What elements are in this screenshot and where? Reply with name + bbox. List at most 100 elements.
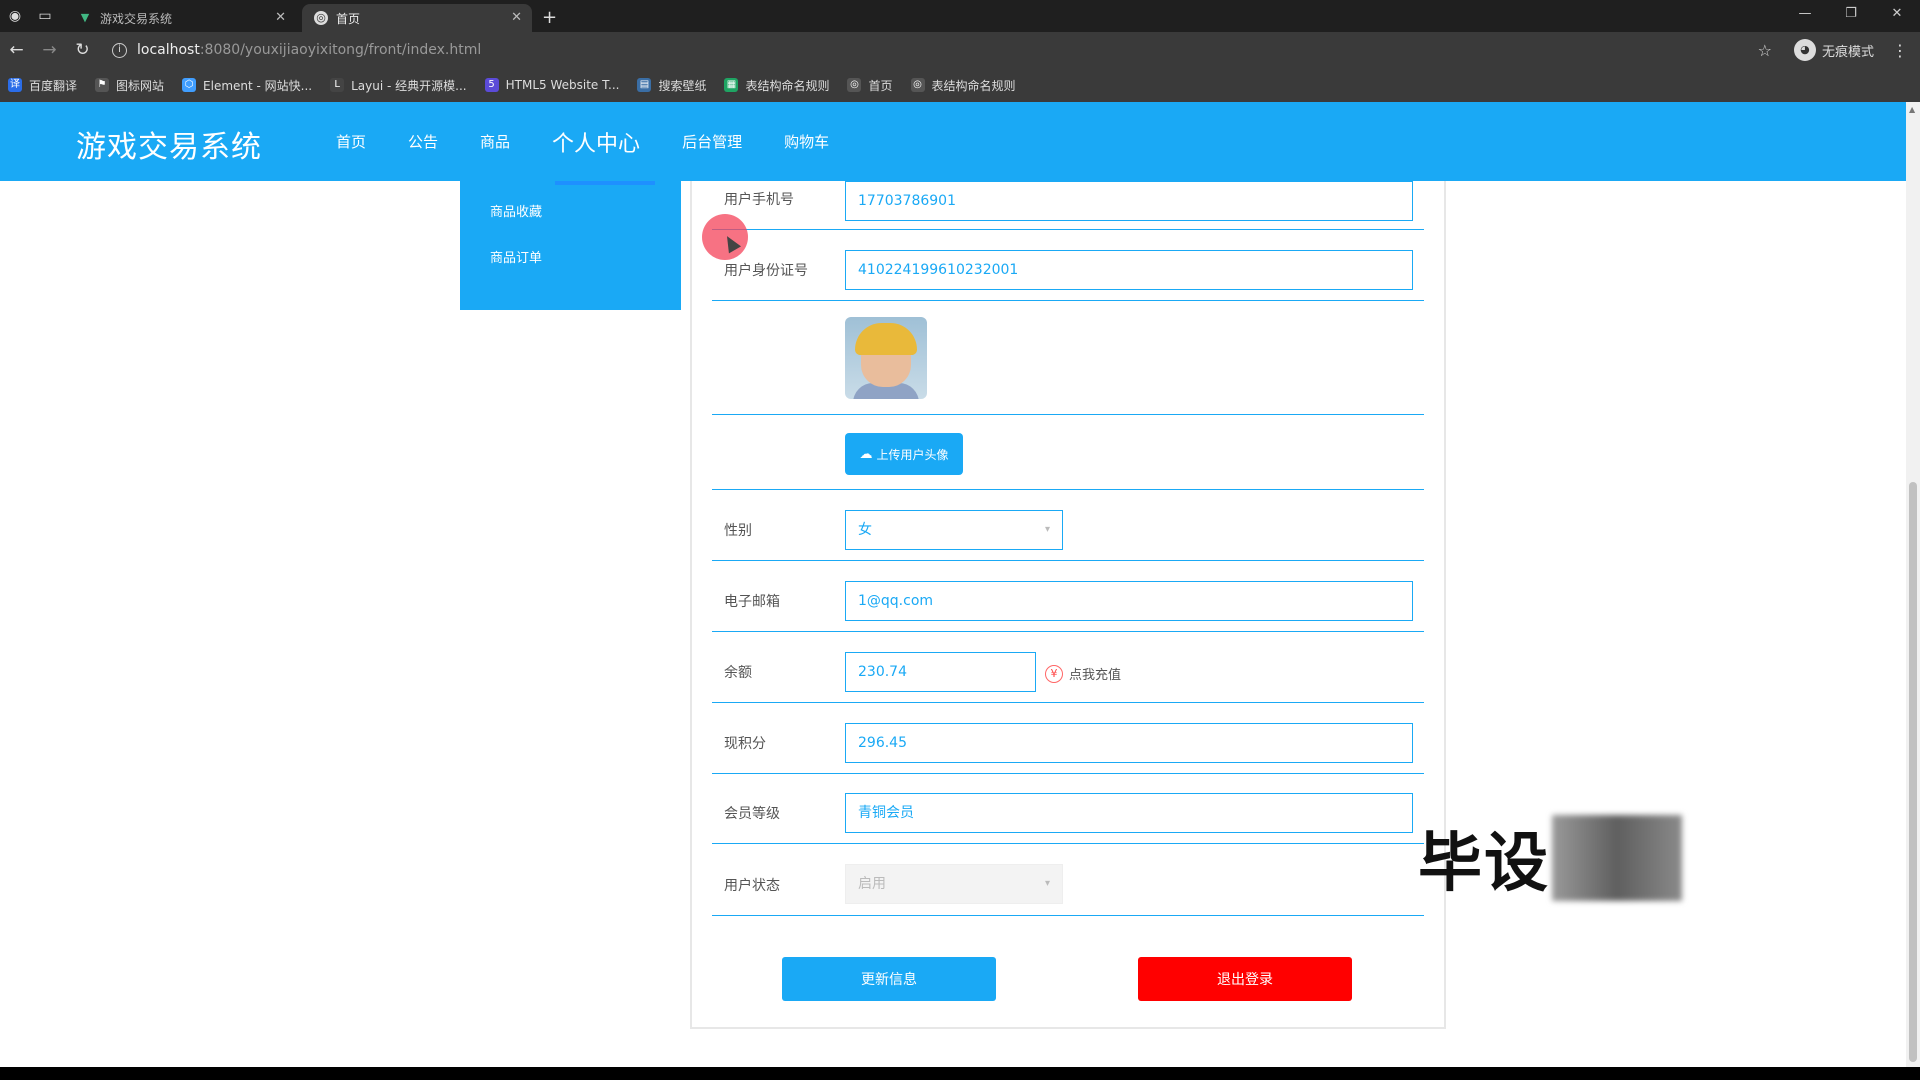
new-tab-button[interactable]: +: [542, 4, 557, 32]
yen-icon: ¥: [1045, 664, 1063, 683]
bookmark-label: 首页: [868, 78, 893, 93]
avatar-row: [712, 301, 1424, 415]
browser-window: ◉ ▭ ▼ 游戏交易系统 ✕ ◎ 首页 ✕ + — ❐ ✕ ← → ↻ i lo…: [0, 0, 1920, 1067]
side-menu: 商品收藏 商品订单: [460, 181, 681, 310]
more-menu-icon[interactable]: ⋮: [1892, 41, 1908, 60]
restore-icon[interactable]: ❐: [1828, 0, 1874, 30]
phone-label: 用户手机号: [724, 192, 794, 208]
balance-input[interactable]: 230.74: [845, 652, 1036, 692]
nav-cart[interactable]: 购物车: [784, 131, 829, 152]
status-label: 用户状态: [724, 878, 780, 894]
scrollbar-thumb[interactable]: [1909, 482, 1917, 1062]
forward-icon[interactable]: →: [33, 40, 66, 60]
tab-home[interactable]: ◎ 首页 ✕: [302, 4, 532, 32]
tab-bar: ◉ ▭ ▼ 游戏交易系统 ✕ ◎ 首页 ✕ + — ❐ ✕: [0, 0, 1920, 32]
email-label: 电子邮箱: [724, 594, 780, 610]
bookmark-item[interactable]: ⬡ Element - 网站快...: [182, 77, 312, 94]
minimize-icon[interactable]: —: [1782, 0, 1828, 30]
phone-input[interactable]: 17703786901: [845, 181, 1413, 221]
globe-favicon-icon: ◎: [314, 11, 328, 25]
bookmark-item[interactable]: 译百度翻译: [8, 77, 77, 94]
site-info-icon[interactable]: i: [112, 42, 127, 58]
bookmark-label: 表结构命名规则: [931, 78, 1016, 93]
gender-label: 性别: [724, 523, 752, 539]
email-input[interactable]: 1@qq.com: [845, 581, 1413, 621]
email-row: 电子邮箱 1@qq.com: [712, 561, 1424, 632]
gender-row: 性别 女 ▾: [712, 490, 1424, 561]
bookmark-label: 表结构命名规则: [745, 78, 830, 93]
main-nav: 首页 公告 商品 个人中心 后台管理 购物车: [336, 102, 871, 181]
level-row: 会员等级 青铜会员: [712, 774, 1424, 844]
page-content: 游戏交易系统 首页 公告 商品 个人中心 后台管理 购物车 商品收藏 商品订单 …: [0, 102, 1906, 1067]
gender-select[interactable]: 女 ▾: [845, 510, 1063, 550]
tab-game-system[interactable]: ▼ 游戏交易系统 ✕: [66, 4, 296, 32]
wallpaper-icon: ▤: [637, 78, 652, 92]
idcard-row: 用户身份证号 410224199610232001: [712, 230, 1424, 301]
balance-label: 余额: [724, 665, 752, 681]
url-field[interactable]: i localhost :8080/youxijiaoyixitong/fron…: [112, 36, 1792, 64]
cloud-upload-icon: ☁: [859, 446, 873, 462]
nav-goods[interactable]: 商品: [480, 131, 510, 152]
bookmark-item[interactable]: ▤ 搜索壁纸: [637, 77, 706, 94]
nav-admin[interactable]: 后台管理: [682, 131, 742, 152]
bookmark-label: 搜索壁纸: [658, 78, 707, 93]
bookmark-label: 百度翻译: [29, 78, 78, 93]
status-value: 启用: [858, 876, 886, 892]
browser-menu-icon[interactable]: ◉: [0, 0, 30, 32]
bookmark-item[interactable]: ▦ 表结构命名规则: [724, 77, 829, 94]
address-actions: ☆ ◕ 无痕模式 ⋮: [1758, 32, 1908, 68]
level-label: 会员等级: [724, 806, 780, 822]
bookmark-item[interactable]: ◎ 首页: [847, 77, 893, 94]
nav-personal-center[interactable]: 个人中心: [552, 126, 640, 158]
window-controls: — ❐ ✕: [1782, 0, 1920, 30]
tab-title: 游戏交易系统: [100, 11, 173, 26]
side-menu-accent: [555, 181, 655, 185]
tab-search-icon[interactable]: ▭: [30, 0, 60, 32]
doc-icon: ▦: [724, 78, 739, 92]
back-icon[interactable]: ←: [0, 40, 33, 60]
level-input[interactable]: 青铜会员: [845, 793, 1413, 833]
recharge-link[interactable]: ¥ 点我充值: [1045, 664, 1121, 683]
bookmark-label: Layui - 经典开源模...: [351, 78, 467, 93]
bookmark-star-icon[interactable]: ☆: [1758, 41, 1772, 60]
bookmark-item[interactable]: ⚑ 图标网站: [95, 77, 164, 94]
bookmark-item[interactable]: ◎ 表结构命名规则: [910, 77, 1016, 94]
reload-icon[interactable]: ↻: [66, 40, 99, 60]
idcard-input[interactable]: 410224199610232001: [845, 250, 1413, 290]
upload-avatar-button[interactable]: ☁ 上传用户头像: [845, 433, 963, 475]
watermark-blur: [1552, 815, 1682, 901]
avatar-hat: [855, 323, 917, 355]
recharge-label: 点我充值: [1069, 668, 1122, 683]
address-bar: ← → ↻ i localhost :8080/youxijiaoyixiton…: [0, 32, 1920, 68]
points-label: 现积分: [724, 736, 766, 752]
side-item-orders[interactable]: 商品订单: [490, 247, 542, 266]
bookmark-item[interactable]: 5 HTML5 Website T...: [484, 78, 619, 92]
gender-value: 女: [858, 522, 872, 538]
bookmark-label: Element - 网站快...: [203, 78, 313, 93]
site-logo[interactable]: 游戏交易系统: [76, 122, 262, 166]
points-input[interactable]: 296.45: [845, 723, 1413, 763]
tab-title: 首页: [336, 11, 361, 26]
chevron-down-icon: ▾: [1044, 524, 1050, 535]
incognito-icon[interactable]: ◕: [1793, 39, 1816, 61]
scroll-up-icon[interactable]: ▲: [1909, 105, 1915, 114]
layui-icon: L: [330, 78, 345, 92]
logout-button[interactable]: 退出登录: [1138, 957, 1352, 1001]
html5-icon: 5: [484, 78, 499, 92]
globe-icon: ◎: [847, 78, 862, 92]
flag-icon: ⚑: [95, 78, 110, 92]
nav-home[interactable]: 首页: [336, 131, 366, 152]
close-icon[interactable]: ✕: [275, 10, 286, 25]
close-icon[interactable]: ✕: [511, 10, 522, 25]
update-info-button[interactable]: 更新信息: [782, 957, 996, 1001]
vue-favicon-icon: ▼: [80, 11, 90, 24]
page-scrollbar[interactable]: ▲: [1906, 102, 1920, 1067]
bookmark-label: 图标网站: [116, 78, 165, 93]
side-item-favorites[interactable]: 商品收藏: [490, 201, 542, 220]
element-icon: ⬡: [182, 78, 197, 92]
idcard-label: 用户身份证号: [724, 263, 808, 279]
nav-notice[interactable]: 公告: [408, 131, 438, 152]
avatar: [845, 317, 927, 399]
close-window-icon[interactable]: ✕: [1874, 0, 1920, 30]
bookmark-item[interactable]: L Layui - 经典开源模...: [330, 77, 467, 94]
